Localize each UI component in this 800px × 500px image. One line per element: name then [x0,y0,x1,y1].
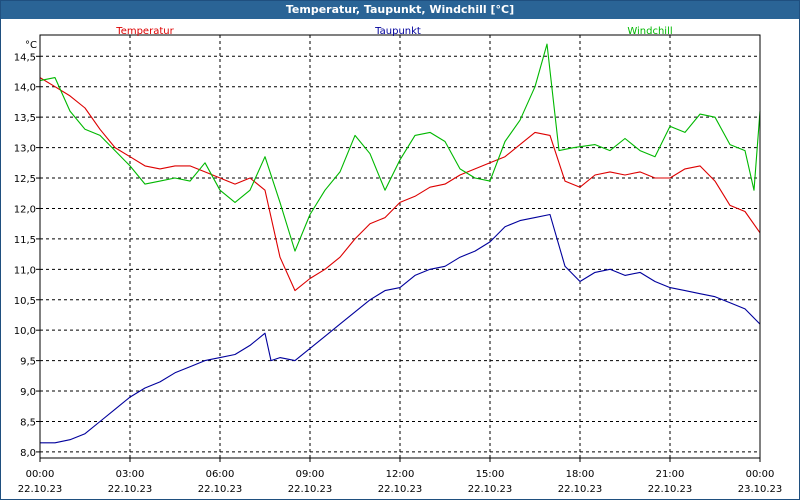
x-tick-label-date: 22.10.23 [468,484,513,495]
y-tick-label: 8,5 [20,417,36,428]
y-tick-label: 14,5 [14,52,36,63]
legend-temperatur: Temperatur [115,26,174,37]
y-tick-label: 9,5 [20,357,36,368]
y-tick-label: 14,0 [14,83,36,94]
x-tick-label-time: 00:00 [746,469,775,480]
legend-windchill: Windchill [627,26,672,37]
x-tick-label-date: 22.10.23 [378,484,423,495]
y-tick-label: 11,5 [14,235,36,246]
x-tick-label-time: 12:00 [386,469,415,480]
x-tick-label-date: 22.10.23 [108,484,153,495]
legend-taupunkt: Taupunkt [374,26,421,37]
chart-canvas: 8,0 8,5 9,0 9,5 10,0 10,5 11,0 11,5 12,0 12,5 13,0… [14,26,783,495]
x-tick-label-date: 22.10.23 [198,484,243,495]
x-tick-label-time: 18:00 [566,469,595,480]
y-tick-label: 10,5 [14,296,36,307]
x-tick-label-date: 22.10.23 [18,484,63,495]
x-tick-label-date: 22.10.23 [288,484,333,495]
y-tick-label: 11,0 [14,265,36,276]
x-tick-label-time: 09:00 [296,469,325,480]
y-tick-label: 12,5 [14,174,36,185]
x-tick-label-date: 22.10.23 [558,484,603,495]
x-tick-label-time: 06:00 [206,469,235,480]
x-tick-label-time: 03:00 [116,469,145,480]
x-tick-label-date: 23.10.23 [738,484,783,495]
x-tick-label-time: 00:00 [26,469,55,480]
y-tick-label: 13,5 [14,113,36,124]
x-tick-label-time: 21:00 [656,469,685,480]
y-axis-label: °C [25,40,37,51]
x-tick-label-date: 22.10.23 [648,484,693,495]
y-tick-label: 8,0 [20,448,36,459]
y-tick-label: 12,0 [14,204,36,215]
y-tick-label: 10,0 [14,326,36,337]
y-tick-label: 13,0 [14,144,36,155]
x-tick-label-time: 15:00 [476,469,505,480]
y-tick-label: 9,0 [20,387,36,398]
